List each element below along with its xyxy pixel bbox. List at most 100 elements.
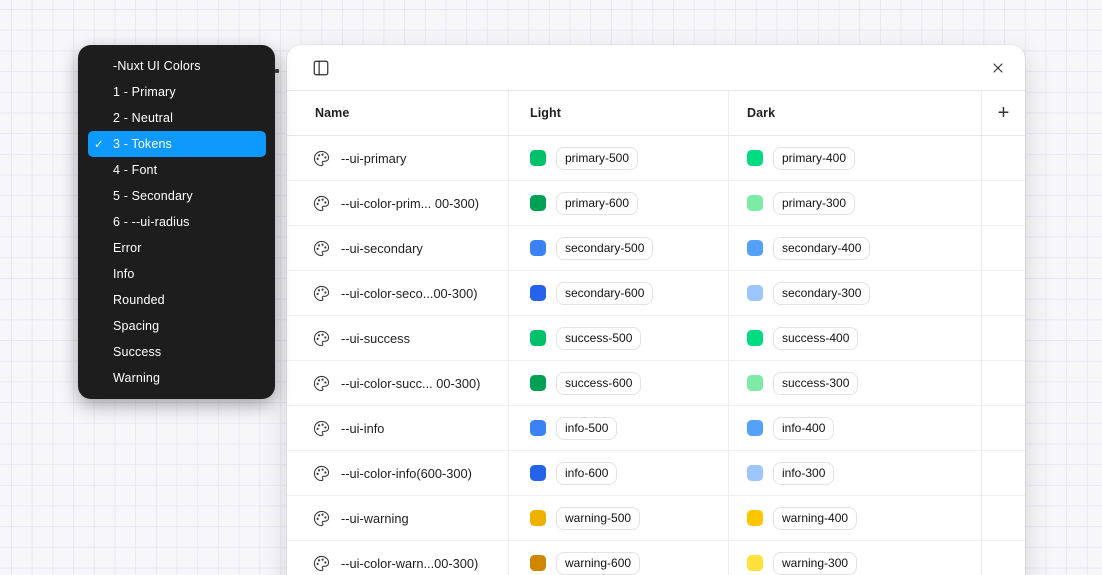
menu-item-font[interactable]: 4 - Font [88, 157, 266, 183]
checkmark-icon: ✓ [94, 137, 113, 151]
alias-badge[interactable]: warning-500 [556, 507, 640, 530]
chevron-down-icon [275, 69, 279, 73]
color-swatch[interactable] [747, 465, 763, 481]
palette-icon [313, 510, 330, 527]
palette-icon [313, 150, 330, 167]
palette-icon [313, 420, 330, 437]
alias-badge[interactable]: success-500 [556, 327, 641, 350]
color-swatch[interactable] [747, 555, 763, 571]
menu-item-label: Info [113, 267, 134, 281]
variable-name: --ui-color-seco...00-300) [341, 286, 478, 301]
table-row[interactable]: --ui-info info-500 info-400 [287, 406, 1025, 451]
color-swatch[interactable] [747, 510, 763, 526]
color-swatch[interactable] [530, 150, 546, 166]
table-row[interactable]: --ui-color-warn...00-300) warning-600 wa… [287, 541, 1025, 575]
alias-badge[interactable]: success-600 [556, 372, 641, 395]
alias-badge[interactable]: primary-600 [556, 192, 638, 215]
alias-badge[interactable]: secondary-300 [773, 282, 870, 305]
color-swatch[interactable] [530, 510, 546, 526]
palette-icon [313, 240, 330, 257]
palette-icon [313, 375, 330, 392]
color-swatch[interactable] [530, 240, 546, 256]
menu-item-tokens[interactable]: ✓ 3 - Tokens [88, 131, 266, 157]
table-row[interactable]: --ui-success success-500 success-400 [287, 316, 1025, 361]
color-swatch[interactable] [747, 330, 763, 346]
menu-item-neutral[interactable]: 2 - Neutral [88, 105, 266, 131]
palette-icon [313, 465, 330, 482]
column-header-light[interactable]: Light [509, 91, 729, 135]
panel-toolbar [287, 45, 1025, 91]
menu-item-label: Error [113, 241, 142, 255]
color-swatch[interactable] [530, 285, 546, 301]
add-mode-button[interactable]: + [982, 91, 1025, 135]
menu-item-label: -Nuxt UI Colors [113, 59, 201, 73]
table-row[interactable]: --ui-color-info(600-300) info-600 info-3… [287, 451, 1025, 496]
alias-badge[interactable]: secondary-400 [773, 237, 870, 260]
variable-name: --ui-secondary [341, 241, 423, 256]
alias-badge[interactable]: info-400 [773, 417, 834, 440]
alias-badge[interactable]: secondary-600 [556, 282, 653, 305]
alias-badge[interactable]: success-400 [773, 327, 858, 350]
variable-name: --ui-success [341, 331, 410, 346]
color-swatch[interactable] [530, 465, 546, 481]
table-row[interactable]: --ui-color-prim... 00-300) primary-600 p… [287, 181, 1025, 226]
table-header-row: Name Light Dark + [287, 91, 1025, 136]
close-icon [990, 60, 1006, 76]
panel-left-icon [312, 59, 330, 77]
alias-badge[interactable]: warning-600 [556, 552, 640, 575]
color-swatch[interactable] [530, 195, 546, 211]
color-swatch[interactable] [747, 375, 763, 391]
menu-item-primary[interactable]: 1 - Primary [88, 79, 266, 105]
color-swatch[interactable] [747, 420, 763, 436]
alias-badge[interactable]: success-300 [773, 372, 858, 395]
variable-name: --ui-color-prim... 00-300) [341, 196, 479, 211]
menu-item-spacing[interactable]: Spacing [88, 313, 266, 339]
color-swatch[interactable] [747, 150, 763, 166]
color-swatch[interactable] [530, 375, 546, 391]
color-swatch[interactable] [747, 285, 763, 301]
close-button[interactable] [985, 55, 1011, 81]
table-row[interactable]: --ui-warning warning-500 warning-400 [287, 496, 1025, 541]
menu-item-label: 4 - Font [113, 163, 157, 177]
menu-item-label: Rounded [113, 293, 165, 307]
menu-item-label: 3 - Tokens [113, 137, 172, 151]
menu-item-nuxt-ui-colors[interactable]: -Nuxt UI Colors [88, 53, 266, 79]
table-row[interactable]: --ui-primary primary-500 primary-400 [287, 136, 1025, 181]
menu-item-secondary[interactable]: 5 - Secondary [88, 183, 266, 209]
menu-item-error[interactable]: Error [88, 235, 266, 261]
table-row[interactable]: --ui-color-seco...00-300) secondary-600 … [287, 271, 1025, 316]
alias-badge[interactable]: primary-500 [556, 147, 638, 170]
menu-item-rounded[interactable]: Rounded [88, 287, 266, 313]
color-swatch[interactable] [530, 420, 546, 436]
alias-badge[interactable]: info-600 [556, 462, 617, 485]
menu-item-warning[interactable]: Warning [88, 365, 266, 391]
table-row[interactable]: --ui-secondary secondary-500 secondary-4… [287, 226, 1025, 271]
color-swatch[interactable] [747, 195, 763, 211]
menu-item-success[interactable]: Success [88, 339, 266, 365]
color-swatch[interactable] [530, 555, 546, 571]
variable-name: --ui-primary [341, 151, 406, 166]
variable-name: --ui-color-info(600-300) [341, 466, 472, 481]
column-header-name[interactable]: Name [287, 91, 509, 135]
table-row[interactable]: --ui-color-succ... 00-300) success-600 s… [287, 361, 1025, 406]
palette-icon [313, 330, 330, 347]
variable-name: --ui-warning [341, 511, 409, 526]
alias-badge[interactable]: info-300 [773, 462, 834, 485]
palette-icon [313, 195, 330, 212]
menu-item-label: 1 - Primary [113, 85, 176, 99]
alias-badge[interactable]: primary-300 [773, 192, 855, 215]
menu-item-info[interactable]: Info [88, 261, 266, 287]
table-body: --ui-primary primary-500 primary-400 --u… [287, 136, 1025, 575]
column-header-dark[interactable]: Dark [729, 91, 982, 135]
alias-badge[interactable]: warning-300 [773, 552, 857, 575]
menu-item-label: Spacing [113, 319, 159, 333]
alias-badge[interactable]: primary-400 [773, 147, 855, 170]
menu-item-ui-radius[interactable]: 6 - --ui-radius [88, 209, 266, 235]
sidebar-toggle-button[interactable] [308, 55, 334, 81]
color-swatch[interactable] [747, 240, 763, 256]
menu-item-label: Warning [113, 371, 160, 385]
alias-badge[interactable]: warning-400 [773, 507, 857, 530]
alias-badge[interactable]: secondary-500 [556, 237, 653, 260]
alias-badge[interactable]: info-500 [556, 417, 617, 440]
color-swatch[interactable] [530, 330, 546, 346]
